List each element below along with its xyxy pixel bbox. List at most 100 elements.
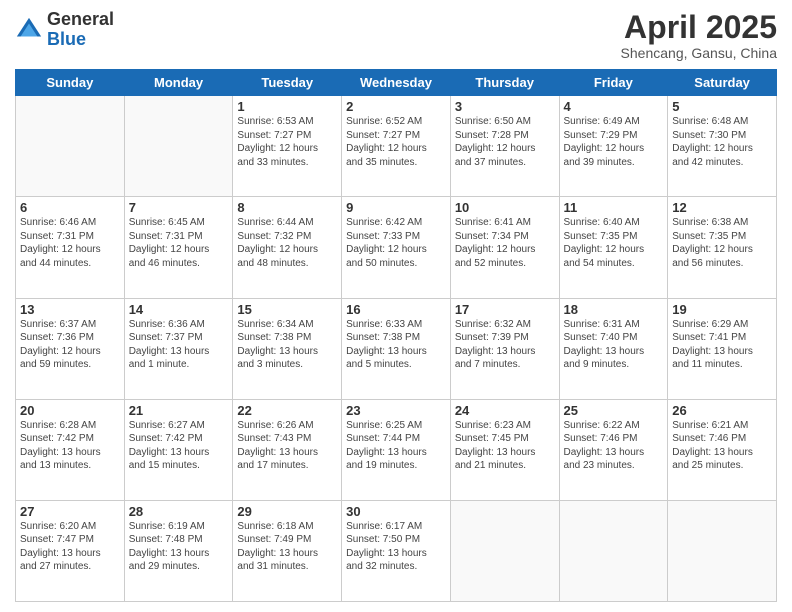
calendar-cell: 5Sunrise: 6:48 AM Sunset: 7:30 PM Daylig…: [668, 96, 777, 197]
calendar-cell: 2Sunrise: 6:52 AM Sunset: 7:27 PM Daylig…: [342, 96, 451, 197]
day-number: 30: [346, 504, 446, 519]
calendar-cell: 21Sunrise: 6:27 AM Sunset: 7:42 PM Dayli…: [124, 399, 233, 500]
cell-info: Sunrise: 6:52 AM Sunset: 7:27 PM Dayligh…: [346, 115, 446, 169]
week-row-3: 13Sunrise: 6:37 AM Sunset: 7:36 PM Dayli…: [16, 298, 777, 399]
day-number: 6: [20, 200, 120, 215]
logo-blue-text: Blue: [47, 29, 86, 49]
cell-info: Sunrise: 6:22 AM Sunset: 7:46 PM Dayligh…: [564, 419, 664, 473]
cell-info: Sunrise: 6:32 AM Sunset: 7:39 PM Dayligh…: [455, 318, 555, 372]
weekday-header-sunday: Sunday: [16, 70, 125, 96]
calendar-cell: 26Sunrise: 6:21 AM Sunset: 7:46 PM Dayli…: [668, 399, 777, 500]
calendar-cell: 29Sunrise: 6:18 AM Sunset: 7:49 PM Dayli…: [233, 500, 342, 601]
cell-info: Sunrise: 6:50 AM Sunset: 7:28 PM Dayligh…: [455, 115, 555, 169]
weekday-header-thursday: Thursday: [450, 70, 559, 96]
weekday-header-wednesday: Wednesday: [342, 70, 451, 96]
logo-general-text: General: [47, 9, 114, 29]
week-row-4: 20Sunrise: 6:28 AM Sunset: 7:42 PM Dayli…: [16, 399, 777, 500]
cell-info: Sunrise: 6:27 AM Sunset: 7:42 PM Dayligh…: [129, 419, 229, 473]
calendar-cell: 10Sunrise: 6:41 AM Sunset: 7:34 PM Dayli…: [450, 197, 559, 298]
cell-info: Sunrise: 6:28 AM Sunset: 7:42 PM Dayligh…: [20, 419, 120, 473]
header: General Blue April 2025 Shencang, Gansu,…: [15, 10, 777, 61]
cell-info: Sunrise: 6:36 AM Sunset: 7:37 PM Dayligh…: [129, 318, 229, 372]
calendar-cell: 14Sunrise: 6:36 AM Sunset: 7:37 PM Dayli…: [124, 298, 233, 399]
day-number: 26: [672, 403, 772, 418]
calendar-cell: [450, 500, 559, 601]
calendar-cell: 24Sunrise: 6:23 AM Sunset: 7:45 PM Dayli…: [450, 399, 559, 500]
cell-info: Sunrise: 6:33 AM Sunset: 7:38 PM Dayligh…: [346, 318, 446, 372]
calendar-cell: 28Sunrise: 6:19 AM Sunset: 7:48 PM Dayli…: [124, 500, 233, 601]
cell-info: Sunrise: 6:41 AM Sunset: 7:34 PM Dayligh…: [455, 216, 555, 270]
calendar-cell: 7Sunrise: 6:45 AM Sunset: 7:31 PM Daylig…: [124, 197, 233, 298]
weekday-header-tuesday: Tuesday: [233, 70, 342, 96]
calendar-cell: [16, 96, 125, 197]
calendar-cell: 25Sunrise: 6:22 AM Sunset: 7:46 PM Dayli…: [559, 399, 668, 500]
cell-info: Sunrise: 6:42 AM Sunset: 7:33 PM Dayligh…: [346, 216, 446, 270]
cell-info: Sunrise: 6:31 AM Sunset: 7:40 PM Dayligh…: [564, 318, 664, 372]
weekday-header-row: SundayMondayTuesdayWednesdayThursdayFrid…: [16, 70, 777, 96]
day-number: 29: [237, 504, 337, 519]
calendar-cell: 18Sunrise: 6:31 AM Sunset: 7:40 PM Dayli…: [559, 298, 668, 399]
day-number: 12: [672, 200, 772, 215]
day-number: 15: [237, 302, 337, 317]
cell-info: Sunrise: 6:20 AM Sunset: 7:47 PM Dayligh…: [20, 520, 120, 574]
cell-info: Sunrise: 6:34 AM Sunset: 7:38 PM Dayligh…: [237, 318, 337, 372]
day-number: 16: [346, 302, 446, 317]
calendar-cell: 3Sunrise: 6:50 AM Sunset: 7:28 PM Daylig…: [450, 96, 559, 197]
cell-info: Sunrise: 6:18 AM Sunset: 7:49 PM Dayligh…: [237, 520, 337, 574]
cell-info: Sunrise: 6:26 AM Sunset: 7:43 PM Dayligh…: [237, 419, 337, 473]
day-number: 27: [20, 504, 120, 519]
day-number: 5: [672, 99, 772, 114]
calendar-cell: 27Sunrise: 6:20 AM Sunset: 7:47 PM Dayli…: [16, 500, 125, 601]
cell-info: Sunrise: 6:53 AM Sunset: 7:27 PM Dayligh…: [237, 115, 337, 169]
calendar-cell: 8Sunrise: 6:44 AM Sunset: 7:32 PM Daylig…: [233, 197, 342, 298]
cell-info: Sunrise: 6:37 AM Sunset: 7:36 PM Dayligh…: [20, 318, 120, 372]
calendar-cell: 11Sunrise: 6:40 AM Sunset: 7:35 PM Dayli…: [559, 197, 668, 298]
day-number: 11: [564, 200, 664, 215]
cell-info: Sunrise: 6:44 AM Sunset: 7:32 PM Dayligh…: [237, 216, 337, 270]
cell-info: Sunrise: 6:29 AM Sunset: 7:41 PM Dayligh…: [672, 318, 772, 372]
page: General Blue April 2025 Shencang, Gansu,…: [0, 0, 792, 612]
cell-info: Sunrise: 6:23 AM Sunset: 7:45 PM Dayligh…: [455, 419, 555, 473]
calendar-cell: 20Sunrise: 6:28 AM Sunset: 7:42 PM Dayli…: [16, 399, 125, 500]
week-row-1: 1Sunrise: 6:53 AM Sunset: 7:27 PM Daylig…: [16, 96, 777, 197]
cell-info: Sunrise: 6:19 AM Sunset: 7:48 PM Dayligh…: [129, 520, 229, 574]
calendar-cell: 9Sunrise: 6:42 AM Sunset: 7:33 PM Daylig…: [342, 197, 451, 298]
day-number: 28: [129, 504, 229, 519]
cell-info: Sunrise: 6:17 AM Sunset: 7:50 PM Dayligh…: [346, 520, 446, 574]
day-number: 4: [564, 99, 664, 114]
calendar-cell: 17Sunrise: 6:32 AM Sunset: 7:39 PM Dayli…: [450, 298, 559, 399]
month-title: April 2025: [621, 10, 777, 45]
cell-info: Sunrise: 6:48 AM Sunset: 7:30 PM Dayligh…: [672, 115, 772, 169]
calendar-cell: 30Sunrise: 6:17 AM Sunset: 7:50 PM Dayli…: [342, 500, 451, 601]
calendar-cell: 23Sunrise: 6:25 AM Sunset: 7:44 PM Dayli…: [342, 399, 451, 500]
day-number: 24: [455, 403, 555, 418]
day-number: 18: [564, 302, 664, 317]
day-number: 9: [346, 200, 446, 215]
day-number: 7: [129, 200, 229, 215]
cell-info: Sunrise: 6:25 AM Sunset: 7:44 PM Dayligh…: [346, 419, 446, 473]
calendar-cell: 15Sunrise: 6:34 AM Sunset: 7:38 PM Dayli…: [233, 298, 342, 399]
logo-icon: [15, 16, 43, 44]
day-number: 21: [129, 403, 229, 418]
weekday-header-saturday: Saturday: [668, 70, 777, 96]
day-number: 20: [20, 403, 120, 418]
calendar-cell: 19Sunrise: 6:29 AM Sunset: 7:41 PM Dayli…: [668, 298, 777, 399]
calendar-cell: [668, 500, 777, 601]
weekday-header-monday: Monday: [124, 70, 233, 96]
calendar-cell: [559, 500, 668, 601]
day-number: 23: [346, 403, 446, 418]
calendar-table: SundayMondayTuesdayWednesdayThursdayFrid…: [15, 69, 777, 602]
day-number: 13: [20, 302, 120, 317]
cell-info: Sunrise: 6:38 AM Sunset: 7:35 PM Dayligh…: [672, 216, 772, 270]
day-number: 14: [129, 302, 229, 317]
cell-info: Sunrise: 6:49 AM Sunset: 7:29 PM Dayligh…: [564, 115, 664, 169]
week-row-2: 6Sunrise: 6:46 AM Sunset: 7:31 PM Daylig…: [16, 197, 777, 298]
calendar-cell: 6Sunrise: 6:46 AM Sunset: 7:31 PM Daylig…: [16, 197, 125, 298]
calendar-cell: 16Sunrise: 6:33 AM Sunset: 7:38 PM Dayli…: [342, 298, 451, 399]
cell-info: Sunrise: 6:40 AM Sunset: 7:35 PM Dayligh…: [564, 216, 664, 270]
day-number: 17: [455, 302, 555, 317]
day-number: 1: [237, 99, 337, 114]
calendar-cell: 1Sunrise: 6:53 AM Sunset: 7:27 PM Daylig…: [233, 96, 342, 197]
calendar-cell: 13Sunrise: 6:37 AM Sunset: 7:36 PM Dayli…: [16, 298, 125, 399]
logo: General Blue: [15, 10, 114, 50]
